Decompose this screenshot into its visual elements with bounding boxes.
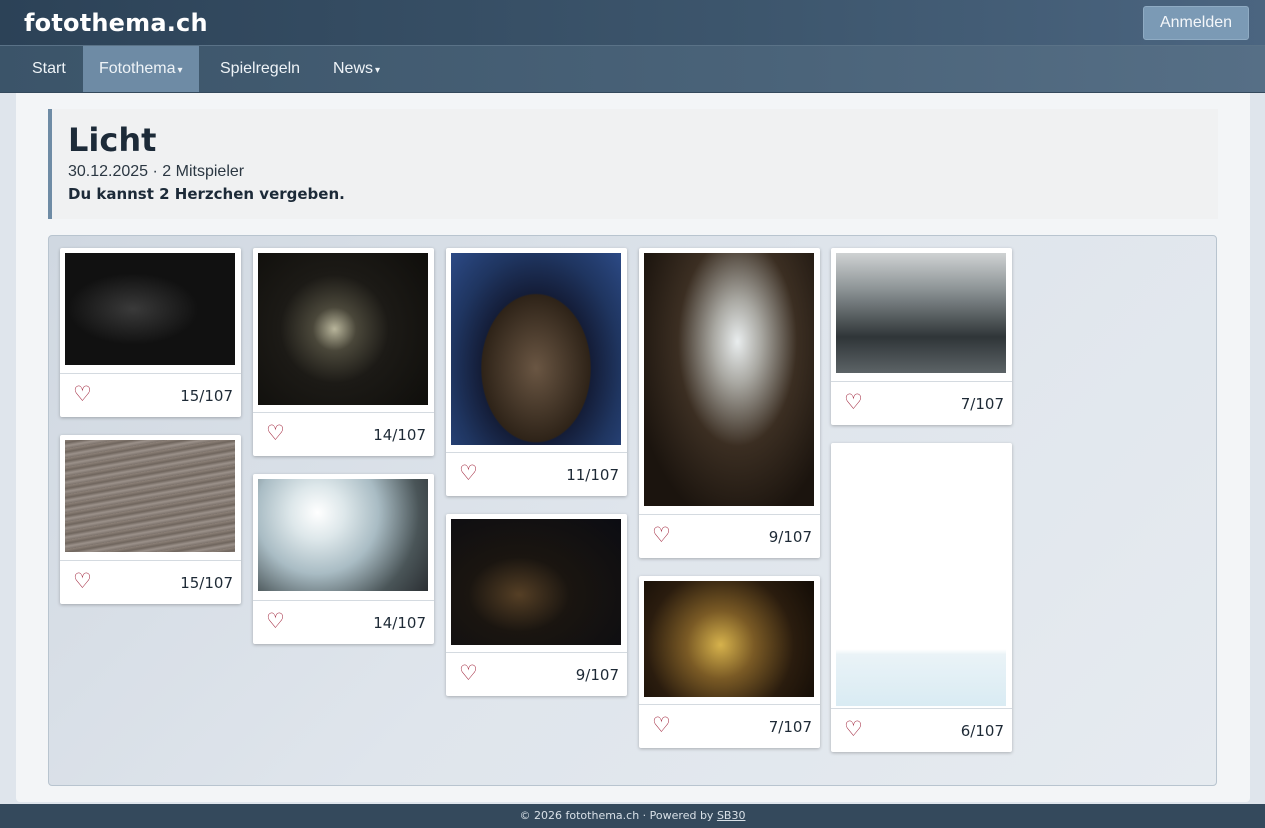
photo-footer: ♡ 15/107	[60, 560, 241, 604]
nav-label: News	[333, 60, 374, 77]
nav-label: Fotothema	[99, 60, 176, 77]
site-logo[interactable]: fotothema.ch	[24, 9, 208, 37]
photo-image[interactable]	[258, 479, 428, 591]
top-bar: fotothema.ch Anmelden	[0, 0, 1265, 46]
heart-icon[interactable]: ♡	[844, 718, 863, 740]
photo-card[interactable]: ♡ 15/107	[60, 435, 241, 604]
hearts-hint: Du kannst 2 Herzchen vergeben.	[68, 185, 345, 203]
photo-card[interactable]: ♡ 14/107	[253, 248, 434, 456]
heart-icon[interactable]: ♡	[459, 462, 478, 484]
photo-footer: ♡ 11/107	[446, 452, 627, 496]
photo-footer: ♡ 15/107	[60, 373, 241, 417]
photo-footer: ♡ 14/107	[253, 412, 434, 456]
photo-card[interactable]: ♡ 7/107	[831, 248, 1012, 425]
footer-link[interactable]: SB30	[717, 809, 746, 822]
photo-card[interactable]: ♡ 9/107	[446, 514, 627, 696]
heart-icon[interactable]: ♡	[652, 524, 671, 546]
photo-card[interactable]: ♡ 6/107	[831, 443, 1012, 752]
photo-footer: ♡ 7/107	[639, 704, 820, 748]
heart-icon[interactable]: ♡	[652, 714, 671, 736]
heart-icon[interactable]: ♡	[266, 610, 285, 632]
nav-item-news[interactable]: News ▾	[317, 46, 396, 92]
theme-header: Licht 30.12.2025 · 2 Mitspieler Du kanns…	[48, 109, 1218, 219]
login-button[interactable]: Anmelden	[1143, 6, 1249, 40]
heart-icon[interactable]: ♡	[73, 570, 92, 592]
vote-count: 6/107	[960, 722, 1004, 740]
photo-gallery: ♡ 15/107 ♡ 15/107 ♡ 14/107 ♡ 14/107 ♡ 11…	[48, 235, 1217, 786]
nav-item-spielregeln[interactable]: Spielregeln	[204, 46, 316, 92]
vote-count: 9/107	[768, 528, 812, 546]
vote-count: 14/107	[373, 614, 426, 632]
photo-card[interactable]: ♡ 7/107	[639, 576, 820, 748]
photo-image[interactable]	[65, 253, 235, 365]
heart-icon[interactable]: ♡	[844, 391, 863, 413]
heart-icon[interactable]: ♡	[73, 383, 92, 405]
nav-item-start[interactable]: Start	[16, 46, 82, 92]
photo-image[interactable]	[258, 253, 428, 405]
nav-item-fotothema[interactable]: Fotothema ▾	[83, 46, 199, 92]
main-nav: Start Fotothema ▾ Spielregeln News ▾	[0, 46, 1265, 93]
photo-footer: ♡ 9/107	[639, 514, 820, 558]
vote-count: 15/107	[180, 387, 233, 405]
vote-count: 11/107	[566, 466, 619, 484]
page-title: Licht	[68, 121, 157, 159]
photo-footer: ♡ 14/107	[253, 600, 434, 644]
photo-image[interactable]	[644, 581, 814, 697]
photo-card[interactable]: ♡ 11/107	[446, 248, 627, 496]
caret-down-icon: ▾	[177, 65, 183, 76]
main-content: Licht 30.12.2025 · 2 Mitspieler Du kanns…	[16, 93, 1250, 802]
vote-count: 9/107	[575, 666, 619, 684]
vote-count: 15/107	[180, 574, 233, 592]
heart-icon[interactable]: ♡	[459, 662, 478, 684]
photo-image[interactable]	[644, 253, 814, 506]
photo-footer: ♡ 7/107	[831, 381, 1012, 425]
nav-label: Start	[32, 60, 66, 77]
photo-footer: ♡ 9/107	[446, 652, 627, 696]
heart-icon[interactable]: ♡	[266, 422, 285, 444]
photo-image[interactable]	[451, 519, 621, 645]
photo-image[interactable]	[451, 253, 621, 445]
vote-count: 7/107	[768, 718, 812, 736]
vote-count: 14/107	[373, 426, 426, 444]
photo-card[interactable]: ♡ 14/107	[253, 474, 434, 644]
theme-meta: 30.12.2025 · 2 Mitspieler	[68, 163, 245, 180]
nav-label: Spielregeln	[220, 60, 301, 77]
photo-image[interactable]	[836, 253, 1006, 373]
photo-card[interactable]: ♡ 15/107	[60, 248, 241, 417]
photo-footer: ♡ 6/107	[831, 708, 1012, 752]
vote-count: 7/107	[960, 395, 1004, 413]
photo-card[interactable]: ♡ 9/107	[639, 248, 820, 558]
photo-image[interactable]	[65, 440, 235, 552]
caret-down-icon: ▾	[375, 65, 381, 76]
footer-text: © 2026 fotothema.ch · Powered by	[519, 809, 717, 822]
photo-image[interactable]	[836, 448, 1006, 706]
page-footer: © 2026 fotothema.ch · Powered by SB30	[0, 804, 1265, 828]
